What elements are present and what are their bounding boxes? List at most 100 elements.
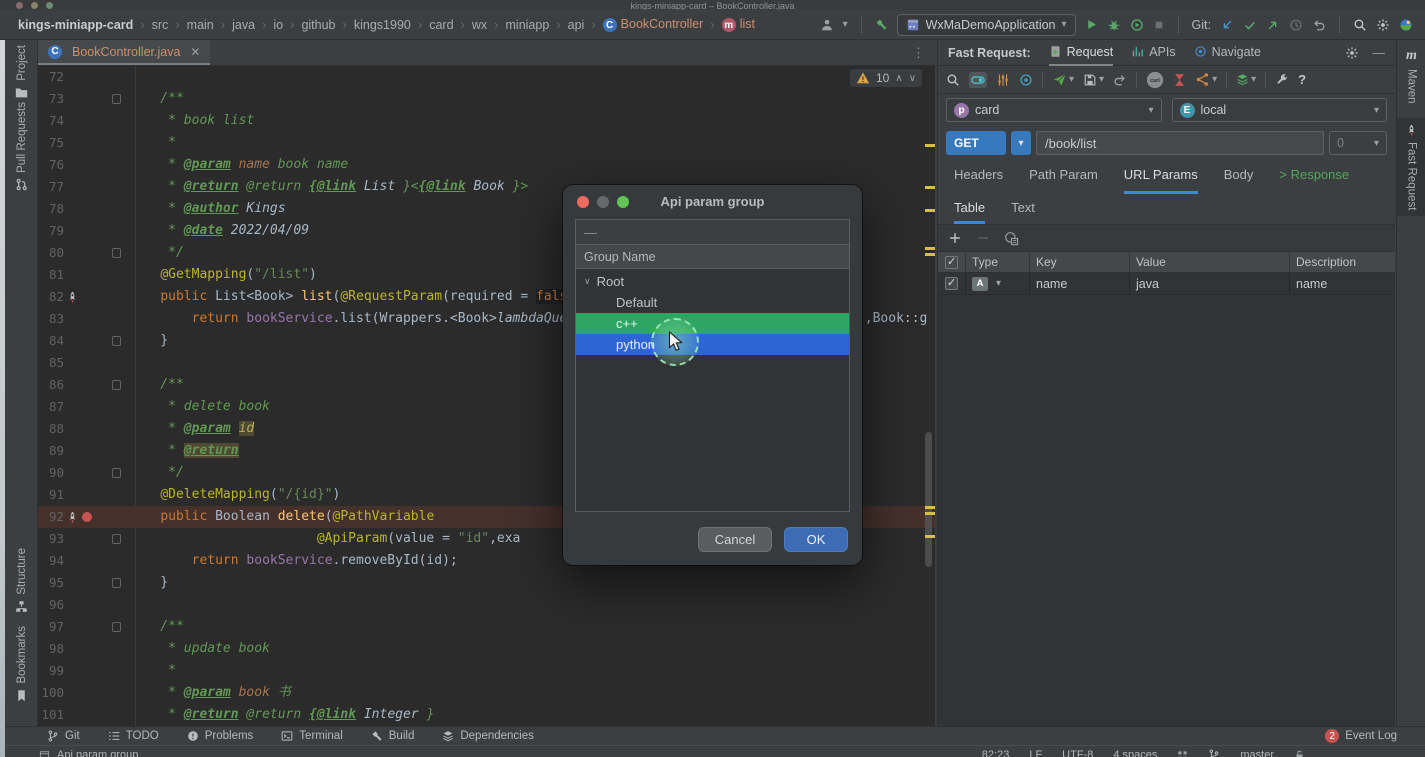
tab-bookcontroller[interactable]: C BookController.java ✕ bbox=[38, 40, 210, 65]
count-select[interactable]: 0 ▾ bbox=[1329, 131, 1387, 155]
line-number[interactable]: 93 bbox=[40, 528, 64, 550]
target-icon[interactable] bbox=[1019, 73, 1033, 87]
tool-window-button-git[interactable]: Git bbox=[47, 730, 80, 742]
warning-stripe-mark[interactable] bbox=[925, 186, 935, 189]
tab-url-params[interactable]: URL Params bbox=[1124, 167, 1198, 194]
method-select[interactable]: GET bbox=[946, 131, 1006, 155]
warning-stripe-mark[interactable] bbox=[925, 247, 935, 250]
line-number[interactable]: 90 bbox=[40, 462, 64, 484]
tool-window-button-dependencies[interactable]: Dependencies bbox=[442, 730, 534, 742]
tree-item-root[interactable]: ∨Root bbox=[576, 271, 849, 292]
line-number[interactable]: 79 bbox=[40, 220, 64, 242]
close-window-icon[interactable] bbox=[16, 2, 23, 9]
status-widget[interactable]: LF bbox=[1029, 747, 1042, 757]
tree-item-c[interactable]: c++ bbox=[576, 313, 849, 334]
line-number[interactable]: 74 bbox=[40, 110, 64, 132]
breadcrumb-item[interactable]: miniapp bbox=[506, 18, 550, 32]
tab-text[interactable]: Text bbox=[1011, 200, 1035, 224]
settings-gear-icon[interactable] bbox=[1376, 18, 1390, 32]
table-row[interactable]: A▾namejavaname bbox=[938, 273, 1395, 295]
panel-tab-navigate[interactable]: Navigate bbox=[1194, 40, 1261, 66]
value-cell[interactable]: java bbox=[1130, 273, 1290, 294]
breadcrumb-item[interactable]: wx bbox=[472, 18, 487, 32]
tab-table[interactable]: Table bbox=[954, 200, 985, 224]
tab-response[interactable]: > Response bbox=[1279, 167, 1349, 194]
wrench-icon[interactable] bbox=[1275, 73, 1289, 87]
warning-stripe-mark[interactable] bbox=[925, 512, 935, 515]
sidebar-item-maven[interactable]: m Maven bbox=[1397, 42, 1425, 110]
warning-stripe-mark[interactable] bbox=[925, 535, 935, 538]
line-number[interactable]: 91 bbox=[40, 484, 64, 506]
line-number[interactable]: 84 bbox=[40, 330, 64, 352]
env-select[interactable]: E local ▾ bbox=[1172, 98, 1388, 122]
select-all-checkbox[interactable] bbox=[945, 256, 958, 269]
tab-body[interactable]: Body bbox=[1224, 167, 1254, 194]
line-number[interactable]: 85 bbox=[40, 352, 64, 374]
stop-button[interactable] bbox=[1153, 19, 1165, 31]
editor-scrollbar[interactable] bbox=[925, 432, 932, 567]
breadcrumb-item[interactable]: java bbox=[232, 18, 255, 32]
line-number[interactable]: 78 bbox=[40, 198, 64, 220]
breadcrumb-item[interactable]: CBookController bbox=[603, 17, 704, 33]
hide-panel-icon[interactable]: — bbox=[1373, 46, 1386, 60]
fast-request-gutter-icon[interactable] bbox=[66, 291, 79, 304]
breadcrumb-item[interactable]: github bbox=[301, 18, 335, 32]
breadcrumb-item[interactable]: main bbox=[187, 18, 214, 32]
key-cell[interactable]: name bbox=[1030, 273, 1130, 294]
save-icon[interactable]: ▾ bbox=[1083, 73, 1104, 87]
copy-curl-icon[interactable] bbox=[1004, 231, 1019, 246]
close-tab-icon[interactable]: ✕ bbox=[190, 45, 200, 59]
line-number[interactable]: 75 bbox=[40, 132, 64, 154]
prev-problem-icon[interactable]: ∧ bbox=[895, 73, 902, 84]
row-checkbox[interactable] bbox=[945, 277, 958, 290]
description-cell[interactable]: name bbox=[1290, 273, 1395, 294]
breadcrumb-item[interactable]: card bbox=[429, 18, 453, 32]
tab-options-kebab-icon[interactable]: ⋮ bbox=[912, 45, 925, 61]
line-number[interactable]: 76 bbox=[40, 154, 64, 176]
line-number[interactable]: 73 bbox=[40, 88, 64, 110]
fast-request-gutter-icon[interactable] bbox=[66, 511, 79, 524]
indent-icon[interactable] bbox=[1177, 750, 1188, 757]
line-number[interactable]: 87 bbox=[40, 396, 64, 418]
git-history-icon[interactable] bbox=[1289, 18, 1303, 32]
search-everywhere-icon[interactable] bbox=[1353, 18, 1367, 32]
layers-icon[interactable]: ▾ bbox=[1236, 73, 1256, 86]
line-number[interactable]: 92 bbox=[40, 506, 64, 528]
rollback-icon[interactable] bbox=[1312, 18, 1326, 32]
line-number[interactable]: 101 bbox=[40, 704, 64, 726]
coverage-button[interactable] bbox=[1130, 18, 1144, 32]
panel-tab-apis[interactable]: APIs bbox=[1131, 40, 1175, 66]
line-number[interactable]: 100 bbox=[40, 682, 64, 704]
panel-tab-request[interactable]: Request bbox=[1049, 40, 1114, 66]
tab-headers[interactable]: Headers bbox=[954, 167, 1003, 194]
method-caret[interactable]: ▾ bbox=[1011, 131, 1031, 155]
git-update-icon[interactable] bbox=[1220, 18, 1234, 32]
fold-marker-icon[interactable] bbox=[112, 94, 121, 104]
breadcrumb-item[interactable]: api bbox=[568, 18, 585, 32]
redo-icon[interactable] bbox=[1113, 73, 1127, 87]
git-push-icon[interactable] bbox=[1266, 18, 1280, 32]
line-number[interactable]: 72 bbox=[40, 66, 64, 88]
tool-window-button-build[interactable]: Build bbox=[371, 730, 415, 742]
fold-marker-icon[interactable] bbox=[112, 622, 121, 632]
breadcrumb-item[interactable]: io bbox=[273, 18, 283, 32]
user-account-icon[interactable] bbox=[820, 18, 834, 32]
zoom-window-icon[interactable] bbox=[46, 2, 53, 9]
next-problem-icon[interactable]: ∨ bbox=[909, 73, 916, 84]
cancel-button[interactable]: Cancel bbox=[698, 527, 772, 552]
fold-marker-icon[interactable] bbox=[112, 534, 121, 544]
chevron-down-icon[interactable]: ▾ bbox=[996, 278, 1001, 289]
status-widget[interactable]: 82:23 bbox=[982, 747, 1010, 757]
help-icon[interactable]: ? bbox=[1298, 71, 1306, 89]
traffic-lights[interactable] bbox=[16, 2, 53, 9]
user-caret[interactable]: ▾ bbox=[843, 19, 848, 30]
git-branch-icon[interactable] bbox=[1208, 749, 1220, 757]
line-number[interactable]: 83 bbox=[40, 308, 64, 330]
tab-path-param[interactable]: Path Param bbox=[1029, 167, 1098, 194]
chevron-down-icon[interactable]: ∨ bbox=[584, 271, 591, 292]
line-number[interactable]: 81 bbox=[40, 264, 64, 286]
search-icon[interactable] bbox=[946, 73, 960, 87]
debug-button[interactable] bbox=[1107, 18, 1121, 32]
hourglass-icon[interactable] bbox=[1173, 73, 1186, 87]
line-number[interactable]: 99 bbox=[40, 660, 64, 682]
